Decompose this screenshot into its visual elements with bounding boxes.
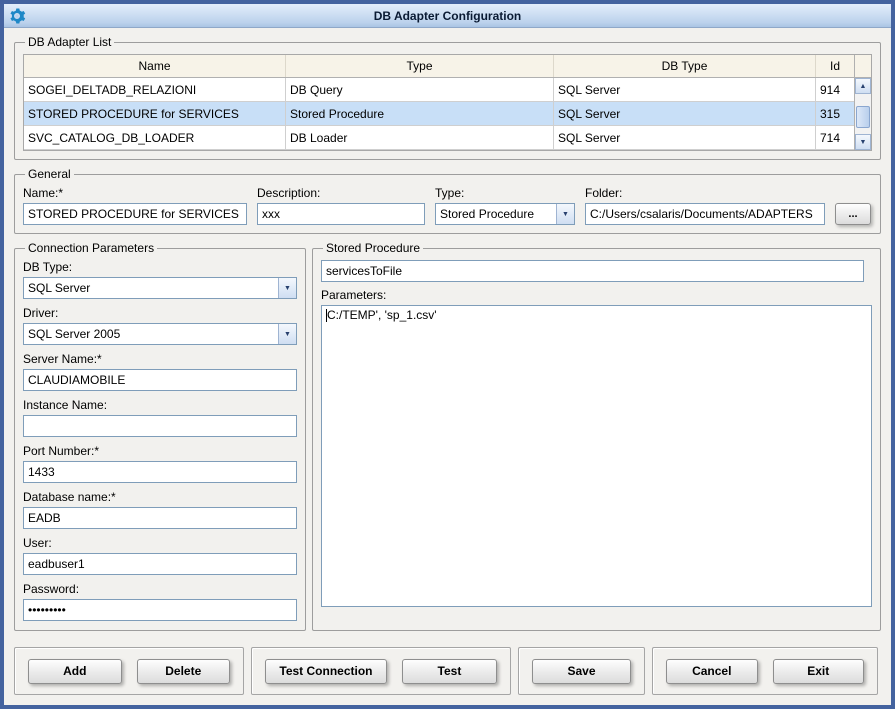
server-name-label: Server Name:*	[23, 352, 297, 366]
procedure-name-field[interactable]	[321, 260, 864, 282]
test-connection-button[interactable]: Test Connection	[265, 659, 387, 684]
title-bar[interactable]: DB Adapter Configuration	[4, 4, 891, 28]
cell-type: DB Query	[286, 78, 554, 101]
db-adapter-configuration-window: DB Adapter Configuration DB Adapter List…	[0, 0, 895, 709]
save-button[interactable]: Save	[532, 659, 631, 684]
adapter-table-header: Name Type DB Type Id	[24, 55, 854, 78]
column-header-id[interactable]: Id	[816, 55, 854, 77]
exit-actions-group: Cancel Exit	[652, 647, 878, 695]
instance-name-field[interactable]	[23, 415, 297, 437]
cell-name: STORED PROCEDURE for SERVICES	[24, 102, 286, 125]
db-type-label: DB Type:	[23, 260, 297, 274]
name-label: Name:*	[23, 186, 247, 200]
database-name-label: Database name:*	[23, 490, 297, 504]
stored-procedure-group-title: Stored Procedure	[323, 241, 423, 255]
db-adapter-list-group-title: DB Adapter List	[25, 35, 114, 49]
dialog-content: DB Adapter List Name Type DB Type Id SOG…	[4, 28, 891, 703]
scrollbar-thumb[interactable]	[856, 106, 870, 128]
cell-db-type: SQL Server	[554, 78, 816, 101]
column-header-name[interactable]: Name	[24, 55, 286, 77]
chevron-down-icon[interactable]: ▼	[278, 278, 296, 298]
stored-procedure-group: Stored Procedure Parameters: C:/TEMP', '…	[312, 241, 881, 631]
cell-name: SVC_CATALOG_DB_LOADER	[24, 126, 286, 149]
browse-folder-button[interactable]: ...	[835, 203, 871, 225]
cell-type: DB Loader	[286, 126, 554, 149]
server-name-field[interactable]	[23, 369, 297, 391]
button-row: Add Delete Test Connection Test Save Can…	[14, 647, 881, 695]
window-title: DB Adapter Configuration	[4, 9, 891, 23]
chevron-down-icon[interactable]: ▼	[556, 204, 574, 224]
connection-parameters-group: Connection Parameters DB Type: SQL Serve…	[14, 241, 306, 631]
cell-db-type: SQL Server	[554, 102, 816, 125]
user-field[interactable]	[23, 553, 297, 575]
description-field[interactable]	[257, 203, 425, 225]
adapter-table-body: Name Type DB Type Id SOGEI_DELTADB_RELAZ…	[24, 55, 854, 150]
delete-button[interactable]: Delete	[137, 659, 231, 684]
cancel-button[interactable]: Cancel	[666, 659, 758, 684]
chevron-down-icon[interactable]: ▼	[278, 324, 296, 344]
driver-label: Driver:	[23, 306, 297, 320]
test-actions-group: Test Connection Test	[251, 647, 511, 695]
driver-dropdown-value: SQL Server 2005	[24, 324, 278, 344]
column-header-type[interactable]: Type	[286, 55, 554, 77]
parameters-textarea[interactable]: C:/TEMP', 'sp_1.csv'	[321, 305, 872, 607]
password-label: Password:	[23, 582, 297, 596]
scroll-down-icon[interactable]: ▼	[855, 134, 871, 150]
driver-dropdown[interactable]: SQL Server 2005 ▼	[23, 323, 297, 345]
db-type-dropdown-value: SQL Server	[24, 278, 278, 298]
parameters-text: C:/TEMP', 'sp_1.csv'	[327, 308, 437, 322]
list-actions-group: Add Delete	[14, 647, 244, 695]
instance-name-label: Instance Name:	[23, 398, 297, 412]
exit-button[interactable]: Exit	[773, 659, 865, 684]
table-row[interactable]: SOGEI_DELTADB_RELAZIONI DB Query SQL Ser…	[24, 78, 854, 102]
cell-type: Stored Procedure	[286, 102, 554, 125]
test-button[interactable]: Test	[402, 659, 497, 684]
folder-label: Folder:	[585, 186, 825, 200]
connection-parameters-group-title: Connection Parameters	[25, 241, 157, 255]
cell-id: 714	[816, 126, 854, 149]
db-type-dropdown[interactable]: SQL Server ▼	[23, 277, 297, 299]
column-header-db-type[interactable]: DB Type	[554, 55, 816, 77]
add-button[interactable]: Add	[28, 659, 122, 684]
scrollbar-track[interactable]	[855, 94, 871, 134]
type-label: Type:	[435, 186, 575, 200]
general-group: General Name:* Description: Type: Stored…	[14, 167, 881, 234]
cell-id: 315	[816, 102, 854, 125]
general-group-title: General	[25, 167, 74, 181]
type-dropdown-value: Stored Procedure	[436, 204, 556, 224]
user-label: User:	[23, 536, 297, 550]
parameters-label: Parameters:	[321, 288, 872, 302]
port-number-label: Port Number:*	[23, 444, 297, 458]
scrollbar-header-corner	[855, 55, 871, 78]
db-adapter-list-group: DB Adapter List Name Type DB Type Id SOG…	[14, 35, 881, 160]
adapter-table: Name Type DB Type Id SOGEI_DELTADB_RELAZ…	[23, 54, 872, 151]
name-field[interactable]	[23, 203, 247, 225]
save-group: Save	[518, 647, 645, 695]
cell-id: 914	[816, 78, 854, 101]
table-row[interactable]: SVC_CATALOG_DB_LOADER DB Loader SQL Serv…	[24, 126, 854, 150]
table-row-selected[interactable]: STORED PROCEDURE for SERVICES Stored Pro…	[24, 102, 854, 126]
database-name-field[interactable]	[23, 507, 297, 529]
port-number-field[interactable]	[23, 461, 297, 483]
folder-field[interactable]	[585, 203, 825, 225]
scroll-up-icon[interactable]: ▲	[855, 78, 871, 94]
cell-name: SOGEI_DELTADB_RELAZIONI	[24, 78, 286, 101]
cell-db-type: SQL Server	[554, 126, 816, 149]
description-label: Description:	[257, 186, 425, 200]
vertical-scrollbar[interactable]: ▲ ▼	[854, 55, 871, 150]
type-dropdown[interactable]: Stored Procedure ▼	[435, 203, 575, 225]
password-field[interactable]	[23, 599, 297, 621]
